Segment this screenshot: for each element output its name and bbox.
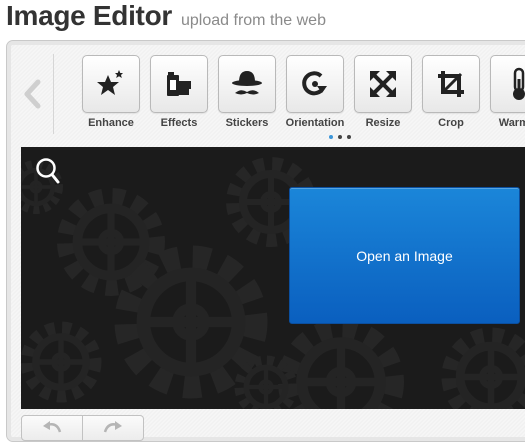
history-controls <box>21 415 144 441</box>
tool-button[interactable] <box>354 55 412 113</box>
tool-button[interactable] <box>82 55 140 113</box>
page-title: Image Editor <box>6 0 172 31</box>
tool-label: Warmth <box>498 117 525 129</box>
orientation-icon <box>302 71 327 96</box>
open-image-button[interactable]: Open an Image <box>289 187 520 324</box>
resize-icon <box>370 71 396 97</box>
carousel-dot[interactable] <box>329 135 333 139</box>
carousel-indicator <box>329 135 351 139</box>
tool-stickers[interactable]: Stickers <box>213 55 281 129</box>
stickers-icon <box>232 71 262 95</box>
image-canvas[interactable]: Open an Image <box>21 147 525 409</box>
editor-panel: Enhance Effects Stickers Orientation Res… <box>6 40 525 442</box>
page-subtitle: upload from the web <box>181 12 326 29</box>
carousel-dot[interactable] <box>347 135 351 139</box>
tool-button[interactable] <box>218 55 276 113</box>
tool-label: Effects <box>160 117 198 129</box>
tool-label: Crop <box>438 117 464 129</box>
tool-label: Resize <box>365 117 401 129</box>
toolbar-prev-button[interactable] <box>13 54 54 134</box>
redo-button[interactable] <box>83 415 144 441</box>
undo-icon <box>43 421 62 433</box>
tool-label: Stickers <box>225 117 269 129</box>
tool-enhance[interactable]: Enhance <box>77 55 145 129</box>
tool-effects[interactable]: Effects <box>145 55 213 129</box>
toolbar: Enhance Effects Stickers Orientation Res… <box>77 55 525 129</box>
tool-button[interactable] <box>490 55 525 113</box>
tool-resize[interactable]: Resize <box>349 55 417 129</box>
undo-button[interactable] <box>21 415 83 441</box>
tool-button[interactable] <box>150 55 208 113</box>
redo-icon <box>103 421 122 433</box>
tool-button[interactable] <box>422 55 480 113</box>
enhance-icon <box>97 70 123 95</box>
tool-orientation[interactable]: Orientation <box>281 55 349 129</box>
tool-label: Orientation <box>285 117 345 129</box>
header: Image Editor upload from the web <box>6 0 326 34</box>
zoom-icon[interactable] <box>35 157 61 185</box>
crop-icon <box>438 71 464 97</box>
tool-warmth[interactable]: Warmth <box>485 55 525 129</box>
tool-label: Enhance <box>88 117 134 129</box>
chevron-left-icon <box>24 79 41 109</box>
tool-button[interactable] <box>286 55 344 113</box>
tool-crop[interactable]: Crop <box>417 55 485 129</box>
carousel-dot[interactable] <box>338 135 342 139</box>
warmth-icon <box>513 67 525 100</box>
effects-icon <box>167 72 191 96</box>
